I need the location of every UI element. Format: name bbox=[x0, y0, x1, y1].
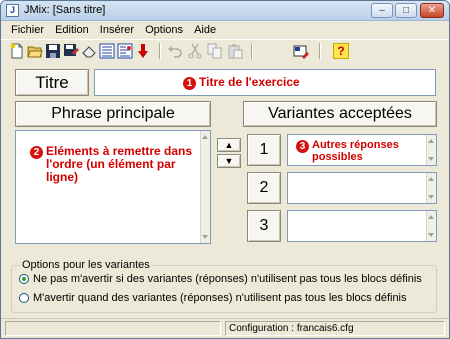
variant-3-button[interactable]: 3 bbox=[247, 210, 281, 242]
variant-2-textarea[interactable] bbox=[287, 172, 437, 204]
vertical-scrollbar[interactable] bbox=[426, 211, 436, 241]
move-up-button[interactable]: ▲ bbox=[217, 138, 241, 152]
cut-icon[interactable] bbox=[187, 43, 203, 59]
scroll-up-icon[interactable] bbox=[428, 139, 434, 143]
toolbar-separator bbox=[319, 43, 321, 59]
export-web2-icon[interactable] bbox=[117, 43, 133, 59]
radio-option-no-warn[interactable]: Ne pas m'avertir si des variantes (répon… bbox=[19, 273, 422, 285]
menu-edition[interactable]: Edition bbox=[51, 21, 93, 36]
title-button[interactable]: Titre bbox=[15, 69, 89, 96]
config-icon[interactable] bbox=[293, 43, 309, 59]
hint-number-badge: 1 bbox=[183, 76, 196, 90]
menu-bar: Fichier Edition Insérer Options Aide bbox=[1, 21, 449, 39]
editor-area: Titre 1 Titre de l'exercice Phrase princi… bbox=[1, 62, 449, 317]
open-folder-icon[interactable] bbox=[27, 43, 43, 59]
scroll-up-icon[interactable] bbox=[428, 215, 434, 219]
variant-options-group: Options pour les variantes Ne pas m'aver… bbox=[11, 259, 437, 313]
main-phrase-hint-text: Eléments à remettre dans l'ordre (un élé… bbox=[46, 144, 193, 184]
paste-icon[interactable] bbox=[227, 43, 243, 59]
vertical-scrollbar[interactable] bbox=[426, 135, 436, 165]
radio-button-selected[interactable] bbox=[19, 274, 29, 285]
undo-icon[interactable] bbox=[167, 43, 183, 59]
radio-label: Ne pas m'avertir si des variantes (répon… bbox=[33, 273, 422, 285]
status-configuration: Configuration : francais6.cfg bbox=[225, 321, 445, 336]
radio-label: M'avertir quand des variantes (réponses)… bbox=[33, 292, 407, 304]
vertical-scrollbar[interactable] bbox=[200, 131, 210, 243]
scroll-down-icon[interactable] bbox=[202, 235, 208, 239]
export-web-icon[interactable] bbox=[99, 43, 115, 59]
main-phrase-header[interactable]: Phrase principale bbox=[15, 101, 211, 127]
hint-number-badge: 2 bbox=[30, 146, 43, 159]
save-as-icon[interactable] bbox=[63, 43, 79, 59]
status-bar: Configuration : francais6.cfg bbox=[1, 318, 449, 338]
variant-3-textarea[interactable] bbox=[287, 210, 437, 242]
toolbar: ? bbox=[1, 39, 449, 63]
maximize-button[interactable]: □ bbox=[395, 3, 417, 18]
menu-aide[interactable]: Aide bbox=[190, 21, 220, 36]
app-window: J JMix: [Sans titre] – □ ✕ Fichier Editi… bbox=[0, 0, 450, 339]
toolbar-separator bbox=[159, 43, 161, 59]
variant-2-button[interactable]: 2 bbox=[247, 172, 281, 204]
variant-1-button[interactable]: 1 bbox=[247, 134, 281, 166]
move-down-button[interactable]: ▼ bbox=[217, 154, 241, 168]
scroll-down-icon[interactable] bbox=[428, 233, 434, 237]
copy-icon[interactable] bbox=[207, 43, 223, 59]
radio-button[interactable] bbox=[19, 293, 29, 304]
title-input[interactable]: 1 Titre de l'exercice bbox=[94, 69, 436, 96]
save-icon[interactable] bbox=[45, 43, 61, 59]
toolbar-separator bbox=[251, 43, 253, 59]
scroll-down-icon[interactable] bbox=[428, 157, 434, 161]
radio-option-warn[interactable]: M'avertir quand des variantes (réponses)… bbox=[19, 292, 407, 304]
hint-number-badge: 3 bbox=[296, 140, 309, 153]
menu-fichier[interactable]: Fichier bbox=[7, 21, 48, 36]
menu-inserer[interactable]: Insérer bbox=[96, 21, 138, 36]
window-title: JMix: [Sans titre] bbox=[24, 4, 106, 16]
minimize-button[interactable]: – bbox=[371, 3, 393, 18]
options-legend: Options pour les variantes bbox=[20, 259, 152, 271]
clear-icon[interactable] bbox=[81, 43, 97, 59]
vertical-scrollbar[interactable] bbox=[426, 173, 436, 203]
main-phrase-textarea[interactable]: 2 Eléments à remettre dans l'ordre (un é… bbox=[15, 130, 211, 244]
variant-hint-text: Autres réponses possibles bbox=[312, 139, 399, 163]
scroll-up-icon[interactable] bbox=[202, 135, 208, 139]
status-pane-empty bbox=[5, 321, 221, 336]
close-button[interactable]: ✕ bbox=[420, 3, 444, 18]
menu-options[interactable]: Options bbox=[141, 21, 187, 36]
scroll-up-icon[interactable] bbox=[428, 177, 434, 181]
scroll-down-icon[interactable] bbox=[428, 195, 434, 199]
variant-1-textarea[interactable]: 3 Autres réponses possibles bbox=[287, 134, 437, 166]
title-hint-text: Titre de l'exercice bbox=[199, 75, 300, 89]
app-icon[interactable]: J bbox=[6, 4, 19, 17]
new-file-icon[interactable] bbox=[9, 43, 25, 59]
arrow-down-red-icon[interactable] bbox=[135, 43, 151, 59]
help-icon[interactable]: ? bbox=[333, 43, 349, 59]
variants-header[interactable]: Variantes acceptées bbox=[243, 101, 437, 127]
title-bar[interactable]: J JMix: [Sans titre] – □ ✕ bbox=[1, 1, 449, 21]
